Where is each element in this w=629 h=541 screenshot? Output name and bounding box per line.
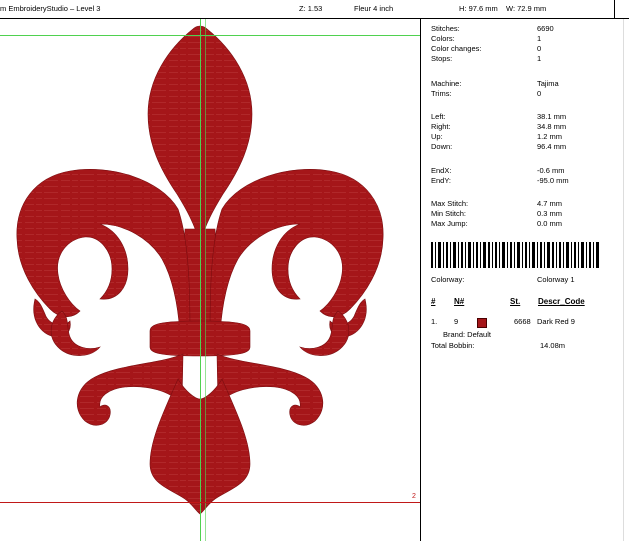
up-label: Up:	[431, 132, 443, 141]
stitches-label: Stitches:	[431, 24, 460, 33]
max-jump-label: Max Jump:	[431, 219, 468, 228]
endx-label: EndX:	[431, 166, 452, 175]
max-stitch-value: 4.7 mm	[537, 199, 563, 208]
max-jump-value: 0.0 mm	[537, 219, 563, 228]
top-guide-line[interactable]	[0, 35, 420, 36]
color-row-descr: Dark Red 9	[537, 317, 575, 326]
design-canvas[interactable]: 2	[0, 19, 421, 541]
col-header-descr: Descr_Code	[538, 297, 585, 306]
down-label: Down:	[431, 142, 453, 151]
machine-label: Machine:	[431, 79, 462, 88]
colorway-value: Colorway 1	[537, 275, 575, 284]
color-swatch	[477, 318, 487, 328]
machine-value: Tajima	[537, 79, 559, 88]
col-header-stitches: St.	[510, 297, 521, 306]
width-readout: W: 72.9 mm	[506, 4, 547, 13]
up-value: 1.2 mm	[537, 132, 563, 141]
fleur-de-lis-design	[16, 25, 384, 515]
design-name: Fleur 4 inch	[354, 4, 394, 13]
trims-label: Trims:	[431, 89, 452, 98]
right-label: Right:	[431, 122, 451, 131]
header-corner-box	[614, 0, 629, 18]
trims-value: 0	[537, 89, 542, 98]
barcode-image	[431, 242, 599, 268]
color-row-index: 1.	[431, 317, 438, 326]
center-guide-line[interactable]	[200, 19, 201, 541]
total-bobbin-label: Total Bobbin:	[431, 341, 475, 350]
max-stitch-label: Max Stitch:	[431, 199, 469, 208]
stops-label: Stops:	[431, 54, 453, 63]
stitches-value: 6690	[537, 24, 554, 33]
stops-value: 1	[537, 54, 542, 63]
app-title: m EmbroideryStudio – Level 3	[0, 4, 101, 13]
endy-label: EndY:	[431, 176, 452, 185]
color-changes-value: 0	[537, 44, 542, 53]
colors-value: 1	[537, 34, 542, 43]
left-value: 38.1 mm	[537, 112, 567, 121]
colors-label: Colors:	[431, 34, 455, 43]
color-changes-label: Color changes:	[431, 44, 482, 53]
color-row-needle: 9	[454, 317, 459, 326]
color-table-row[interactable]: 1. 9 6668 Dark Red 9	[421, 317, 629, 329]
min-stitch-label: Min Stitch:	[431, 209, 467, 218]
min-stitch-value: 0.3 mm	[537, 209, 563, 218]
color-row-stitches: 6668	[514, 317, 531, 326]
col-header-num: #	[431, 297, 436, 306]
down-value: 96.4 mm	[537, 142, 567, 151]
bottom-guide-line[interactable]	[0, 502, 420, 503]
title-bar: m EmbroideryStudio – Level 3 Z: 1.53 Fle…	[0, 0, 629, 19]
col-header-needle: N#	[454, 297, 465, 306]
guide-marker-label: 2	[412, 493, 416, 500]
endy-value: -95.0 mm	[537, 176, 569, 185]
endx-value: -0.6 mm	[537, 166, 565, 175]
brand-label: Brand: Default	[443, 330, 491, 339]
center-guide-line-secondary[interactable]	[205, 19, 206, 541]
zoom-readout: Z: 1.53	[299, 4, 323, 13]
right-value: 34.8 mm	[537, 122, 567, 131]
height-readout: H: 97.6 mm	[459, 4, 498, 13]
left-label: Left:	[431, 112, 446, 121]
colorway-label: Colorway:	[431, 275, 465, 284]
design-info-panel: Stitches: 6690 Colors: 1 Color changes: 0 S…	[421, 19, 629, 541]
total-bobbin-value: 14.08m	[540, 341, 566, 350]
panel-divider	[623, 19, 624, 541]
